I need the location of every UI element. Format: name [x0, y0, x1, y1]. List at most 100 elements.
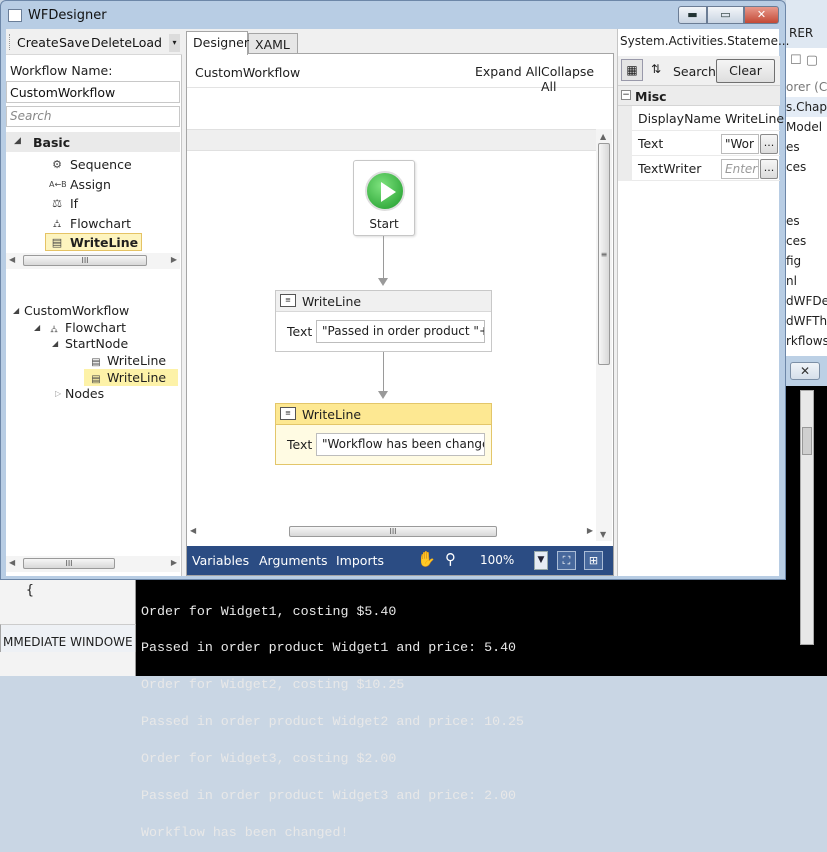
scroll-left-icon[interactable]: ◀ — [9, 558, 15, 567]
console-scroll-thumb[interactable] — [802, 427, 812, 455]
create-button[interactable]: Create — [17, 35, 59, 50]
zoom-level[interactable]: 100% — [480, 553, 514, 567]
tab-xaml[interactable]: XAML — [248, 33, 298, 55]
background-list-item: rkflows — [786, 334, 827, 348]
designer-canvas[interactable]: CustomWorkflow Expand All Collapse All S… — [186, 53, 614, 576]
overview-map-icon[interactable]: ⊞ — [584, 551, 603, 570]
activity-text-input[interactable]: "Passed in order product "+ir — [316, 320, 485, 343]
designer-vscroll-thumb[interactable]: ≡ — [598, 143, 610, 365]
collapse-icon[interactable]: ◢ — [34, 323, 40, 332]
toolbox-item-flowchart[interactable]: ⛼ Flowchart — [46, 215, 134, 233]
fit-to-screen-icon[interactable]: ⛶ — [557, 551, 576, 570]
outline-node-flowchart[interactable]: ◢ ⛼ Flowchart — [32, 319, 129, 336]
tab-designer[interactable]: Designer — [186, 31, 249, 55]
toolbox-item-assign[interactable]: A←B Assign — [46, 176, 114, 194]
toolbar-grip[interactable] — [9, 34, 12, 50]
collapse-icon[interactable]: ◢ — [52, 339, 58, 348]
toolbox-item-if[interactable]: ⚖ If — [46, 195, 81, 213]
arguments-button[interactable]: Arguments — [259, 553, 328, 568]
save-button[interactable]: Save — [59, 35, 90, 50]
collapse-icon[interactable]: ◢ — [14, 136, 21, 146]
scroll-right-icon[interactable]: ▶ — [171, 255, 177, 264]
toolbox-item-label: WriteLine — [70, 235, 139, 250]
load-button[interactable]: Load — [132, 35, 162, 50]
connector-line[interactable] — [383, 236, 384, 279]
immediate-window-tab[interactable]: MMEDIATE WINDOW E — [0, 624, 136, 652]
clear-search-button[interactable]: Clear — [716, 59, 775, 83]
connector-arrow-icon — [378, 391, 388, 399]
writeline-activity-2[interactable]: ≡ WriteLine Text "Workflow has been chan… — [275, 403, 492, 465]
title-bar[interactable]: WFDesigner ▬ ▭ ✕ — [1, 1, 785, 29]
zoom-magnifier-icon[interactable]: ⚲ — [445, 550, 456, 568]
outline-node-label: CustomWorkflow — [24, 303, 130, 318]
background-window: RER ☐ ▢ orer (Ct s.Chapt Model es ces es… — [786, 0, 827, 360]
scroll-right-icon[interactable]: ▶ — [587, 526, 593, 535]
pan-hand-icon[interactable]: ✋ — [417, 550, 436, 568]
close-button[interactable]: ✕ — [744, 6, 779, 24]
property-value-textwriter-input[interactable]: Enter — [721, 159, 759, 179]
outline-hscrollbar[interactable]: ◀ III ▶ — [6, 556, 180, 572]
scroll-left-icon[interactable]: ◀ — [190, 526, 196, 535]
scroll-down-icon[interactable]: ▼ — [600, 530, 606, 539]
variables-button[interactable]: Variables — [192, 553, 249, 568]
property-value-text-input[interactable]: "Wor — [721, 134, 759, 154]
toolbox-category-basic[interactable]: ◢ Basic — [6, 132, 180, 152]
outline-scroll-thumb[interactable]: III — [23, 558, 115, 569]
maximize-button[interactable]: ▭ — [707, 6, 744, 24]
background-list-item: es — [786, 140, 800, 154]
categorized-view-icon[interactable]: ▦ — [621, 59, 643, 81]
activity-text-input[interactable]: "Workflow has been changec — [316, 433, 485, 456]
connector-line[interactable] — [383, 352, 384, 392]
toolbox-item-sequence[interactable]: ⚙ Sequence — [46, 156, 135, 174]
console-scrollbar[interactable] — [800, 390, 814, 645]
textwriter-ellipsis-button[interactable]: ... — [760, 159, 778, 179]
toolbox-item-writeline[interactable]: ▤ WriteLine — [45, 233, 143, 251]
start-node[interactable]: Start — [353, 160, 415, 236]
code-editor-panel: { MMEDIATE WINDOW E — [0, 577, 136, 676]
outline-node-writeline-selected[interactable]: ▤ WriteLine — [84, 369, 178, 386]
workflow-name-label: Workflow Name: — [10, 63, 113, 78]
minimize-button[interactable]: ▬ — [678, 6, 707, 24]
background-list-item: orer (Ct — [786, 80, 827, 94]
scroll-left-icon[interactable]: ◀ — [9, 255, 15, 264]
writeline-icon: ▤ — [91, 374, 101, 385]
expand-all-button[interactable]: Expand All — [475, 64, 541, 79]
designer-hscrollbar[interactable]: ◀ III ▶ — [187, 524, 596, 540]
toolbox-search-input[interactable]: Search — [6, 106, 180, 127]
outline-node-customworkflow[interactable]: ◢ CustomWorkflow — [10, 302, 132, 319]
collapse-icon[interactable]: ◢ — [13, 306, 19, 315]
sort-alphabetical-icon[interactable]: ⇅ — [645, 59, 667, 81]
collapse-icon[interactable]: − — [621, 90, 631, 100]
activity-header: ≡ WriteLine — [276, 291, 491, 312]
property-category-misc[interactable]: − Misc — [618, 86, 780, 106]
imports-button[interactable]: Imports — [336, 553, 384, 568]
row-gutter — [618, 131, 632, 156]
scroll-up-icon[interactable]: ▲ — [600, 132, 606, 141]
outline-node-writeline[interactable]: ▤ WriteLine — [88, 352, 169, 369]
workflow-name-input[interactable]: CustomWorkflow — [6, 81, 180, 103]
scroll-right-icon[interactable]: ▶ — [171, 558, 177, 567]
outline-node-startnode[interactable]: ◢ StartNode — [50, 335, 131, 352]
next-tab-label[interactable]: E — [125, 628, 133, 652]
property-name: Text — [638, 136, 664, 151]
property-value-displayname[interactable]: WriteLine — [725, 111, 784, 126]
text-ellipsis-button[interactable]: ... — [760, 134, 778, 154]
zoom-dropdown-icon[interactable]: ▼ — [534, 551, 548, 570]
property-row-displayname: DisplayName WriteLine — [618, 106, 784, 131]
designer-hscroll-thumb[interactable]: III — [289, 526, 497, 537]
property-row-text: Text "Wor ... — [618, 131, 780, 156]
designer-breadcrumb[interactable]: CustomWorkflow — [195, 65, 300, 80]
background-list-item: ces — [786, 160, 807, 174]
toolbar-overflow-button[interactable]: ▾ — [169, 34, 180, 52]
writeline-activity-1[interactable]: ≡ WriteLine Text "Passed in order produc… — [275, 290, 492, 352]
toolbox-hscrollbar[interactable]: ◀ III ▶ — [6, 253, 180, 269]
delete-button[interactable]: Delete — [91, 35, 132, 50]
designer-vscrollbar[interactable]: ▲ ≡ ▼ — [596, 129, 612, 541]
outline-node-nodes[interactable]: ▷ Nodes — [50, 385, 107, 402]
expand-icon[interactable]: ▷ — [55, 389, 61, 398]
console-line: Workflow has been changed! — [141, 824, 349, 840]
collapse-all-button[interactable]: Collapse All — [541, 64, 613, 94]
background-list: orer (Ct s.Chapt Model es ces es ces fig… — [786, 77, 827, 360]
console-close-button[interactable]: ✕ — [790, 362, 820, 380]
toolbox-scroll-thumb[interactable]: III — [23, 255, 147, 266]
